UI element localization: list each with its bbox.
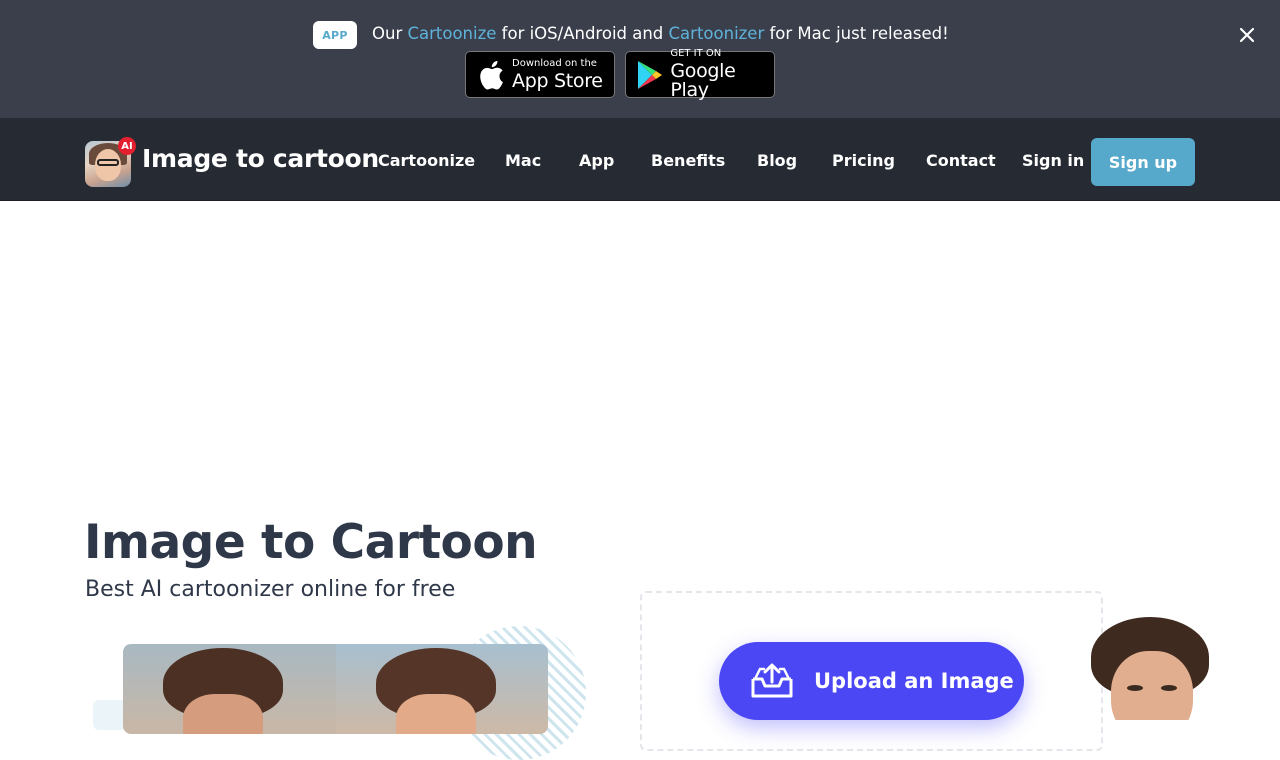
announcement-text-after: for Mac just released! xyxy=(764,24,949,43)
cartoonize-link[interactable]: Cartoonize xyxy=(407,24,496,43)
announcement-text-middle: for iOS/Android and xyxy=(496,24,669,43)
nav-link-pricing[interactable]: Pricing xyxy=(832,151,895,170)
nav-link-blog[interactable]: Blog xyxy=(757,151,797,170)
sign-up-button[interactable]: Sign up xyxy=(1091,138,1195,186)
announcement-text: Our Cartoonize for iOS/Android and Carto… xyxy=(372,22,949,46)
sample-portrait xyxy=(1083,617,1211,720)
announcement-bar: APP Our Cartoonize for iOS/Android and C… xyxy=(0,0,1280,118)
cartoonizer-link[interactable]: Cartoonizer xyxy=(669,24,765,43)
page-subtitle: Best AI cartoonizer online for free xyxy=(85,577,456,602)
google-play-big: Google Play xyxy=(670,60,736,101)
google-play-small: GET IT ON xyxy=(670,48,722,59)
announcement-text-before: Our xyxy=(372,24,408,43)
google-play-icon xyxy=(635,58,665,92)
sign-in-link[interactable]: Sign in xyxy=(1022,151,1084,170)
app-badge: APP xyxy=(313,21,357,49)
nav-link-mac[interactable]: Mac xyxy=(505,151,541,170)
before-photo xyxy=(123,644,336,734)
app-store-button[interactable]: Download on the App Store xyxy=(465,51,615,98)
nav-link-app[interactable]: App xyxy=(579,151,614,170)
brand-name[interactable]: Image to cartoon xyxy=(142,144,379,173)
before-after-image xyxy=(123,644,548,734)
close-icon[interactable] xyxy=(1234,22,1260,48)
app-store-small: Download on the xyxy=(512,57,597,69)
after-cartoon xyxy=(335,644,548,734)
ai-badge: AI xyxy=(118,137,136,155)
google-play-button[interactable]: GET IT ON Google Play xyxy=(625,48,775,101)
apple-icon xyxy=(475,58,507,92)
nav-link-benefits[interactable]: Benefits xyxy=(651,151,725,170)
page-title: Image to Cartoon xyxy=(84,515,538,570)
upload-image-button[interactable]: Upload an Image xyxy=(719,642,1024,720)
upload-button-label: Upload an Image xyxy=(814,669,1014,693)
app-store-big: App Store xyxy=(512,69,603,92)
nav-link-cartoonize[interactable]: Cartoonize xyxy=(378,151,475,170)
nav-link-contact[interactable]: Contact xyxy=(926,151,996,170)
upload-inbox-icon xyxy=(749,661,795,701)
